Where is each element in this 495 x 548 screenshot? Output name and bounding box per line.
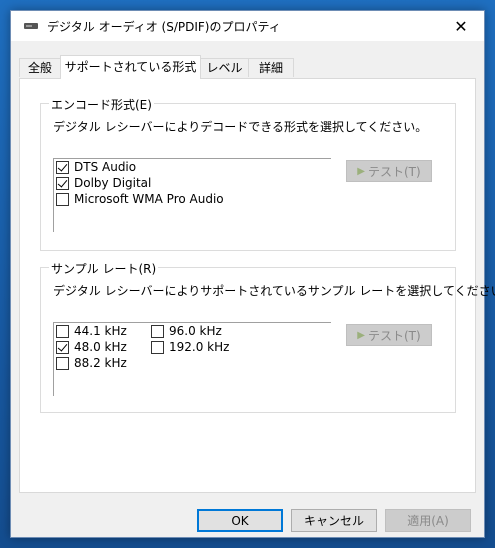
close-button[interactable]: ✕ [438, 11, 484, 41]
rate-label: 192.0 kHz [169, 340, 230, 354]
tab-panel: エンコード形式(E) デジタル レシーバーによりデコードできる形式を選択してくだ… [19, 78, 495, 493]
tab-general[interactable]: 全般 [19, 58, 61, 77]
format-item-dts[interactable]: DTS Audio [56, 160, 136, 174]
checkbox-44-1[interactable] [56, 324, 69, 338]
checkbox-48-0[interactable] [56, 340, 69, 354]
rate-item-44-1[interactable]: 44.1 kHz [56, 324, 127, 338]
tab-levels[interactable]: レベル [200, 58, 249, 77]
encode-format-list: DTS Audio Dolby Digital Microsoft WMA Pr… [53, 158, 331, 232]
checkbox-wma[interactable] [56, 192, 69, 206]
sample-rate-test-button[interactable]: ▶ テスト(T) [346, 324, 432, 346]
rate-label: 48.0 kHz [74, 340, 127, 354]
ok-button[interactable]: OK [197, 509, 283, 532]
format-item-dolby[interactable]: Dolby Digital [56, 176, 151, 190]
cancel-button[interactable]: キャンセル [291, 509, 377, 532]
tab-supported-formats[interactable]: サポートされている形式 [60, 55, 201, 79]
tab-advanced[interactable]: 詳細 [248, 58, 294, 77]
play-icon: ▶ [357, 165, 365, 177]
rate-label: 44.1 kHz [74, 324, 127, 338]
encode-test-label: テスト(T) [368, 164, 421, 179]
rate-label: 96.0 kHz [169, 324, 222, 338]
format-label: Microsoft WMA Pro Audio [74, 192, 224, 206]
play-icon: ▶ [357, 329, 365, 341]
sample-rate-test-label: テスト(T) [368, 328, 421, 343]
rate-item-48-0[interactable]: 48.0 kHz [56, 340, 127, 354]
rate-label: 88.2 kHz [74, 356, 127, 370]
properties-dialog: デジタル オーディオ (S/PDIF)のプロパティ ✕ 全般 サポートされている… [10, 10, 495, 538]
encode-format-legend: エンコード形式(E) [49, 96, 154, 113]
speaker-device-icon [24, 23, 38, 29]
format-item-wma[interactable]: Microsoft WMA Pro Audio [56, 192, 224, 206]
rate-item-96-0[interactable]: 96.0 kHz [151, 324, 222, 338]
encode-format-group: エンコード形式(E) デジタル レシーバーによりデコードできる形式を選択してくだ… [40, 96, 456, 251]
sample-rate-description: デジタル レシーバーによりサポートされているサンプル レートを選択してください。 [53, 284, 495, 298]
sample-rate-list: 44.1 kHz 48.0 kHz 88.2 kHz 96.0 kHz 192.… [53, 322, 331, 396]
encode-test-button[interactable]: ▶ テスト(T) [346, 160, 432, 182]
rate-item-192-0[interactable]: 192.0 kHz [151, 340, 229, 354]
apply-button[interactable]: 適用(A) [385, 509, 471, 532]
title-bar: デジタル オーディオ (S/PDIF)のプロパティ ✕ [11, 11, 484, 41]
encode-format-description: デジタル レシーバーによりデコードできる形式を選択してください。 [53, 120, 428, 134]
checkbox-96-0[interactable] [151, 324, 164, 338]
checkbox-192-0[interactable] [151, 340, 164, 354]
checkbox-dts[interactable] [56, 160, 69, 174]
checkbox-dolby[interactable] [56, 176, 69, 190]
sample-rate-legend: サンプル レート(R) [49, 260, 159, 277]
format-label: DTS Audio [74, 160, 137, 174]
checkbox-88-2[interactable] [56, 356, 69, 370]
rate-item-88-2[interactable]: 88.2 kHz [56, 356, 127, 370]
format-label: Dolby Digital [74, 176, 152, 190]
sample-rate-group: サンプル レート(R) デジタル レシーバーによりサポートされているサンプル レ… [40, 260, 495, 413]
window-title: デジタル オーディオ (S/PDIF)のプロパティ [47, 20, 281, 34]
